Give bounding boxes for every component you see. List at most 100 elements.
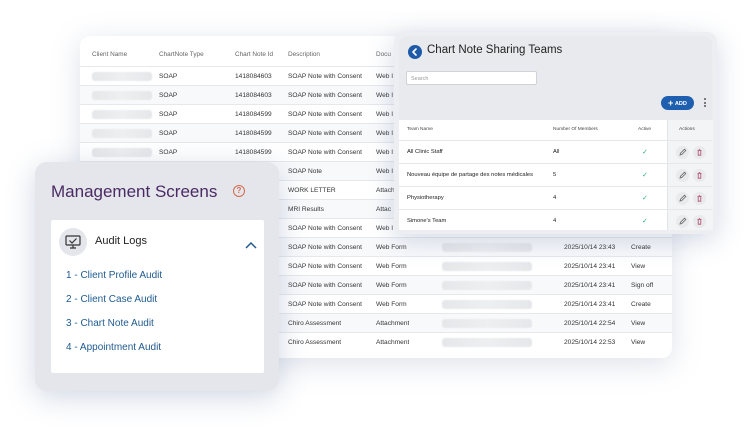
add-button-label: ADD [674,101,687,107]
action-cell: View [631,263,646,270]
description-cell: SOAP Note with Consent [288,263,362,270]
header-active: Active [638,127,652,132]
management-screens-title: Management Screens [51,182,218,201]
team-row[interactable]: Simone's Team 4 ✓ [399,209,712,233]
delete-icon[interactable] [693,192,706,205]
link-client-profile-audit[interactable]: 1 - Client Profile Audit [66,270,162,281]
description-cell: SOAP Note with Consent [288,92,362,99]
document-cell: Web Form [376,282,407,289]
document-cell: Web I [376,225,394,232]
document-cell: Web Form [376,301,407,308]
document-cell: Web I [376,130,394,137]
active-check-icon: ✓ [642,218,648,225]
link-chart-note-audit[interactable]: 3 - Chart Note Audit [66,318,154,329]
search-input[interactable]: Search [406,71,537,85]
date-cell: 2025/10/14 23:41 [564,301,616,308]
chart-note-id-cell: 1418084599 [235,149,272,156]
link-appointment-audit[interactable]: 4 - Appointment Audit [66,342,161,353]
client-name-cell [92,91,152,100]
chartnote-type-cell: SOAP [159,149,178,156]
chart-note-id-cell: 1418084603 [235,92,272,99]
date-cell: 2025/10/14 23:41 [564,282,616,289]
document-cell: Web I [376,111,394,118]
document-cell: Web I [376,73,394,80]
edit-icon[interactable] [676,215,689,228]
team-name-cell: Nouveau équipe de partage des notes médi… [407,172,534,178]
description-cell: SOAP Note with Consent [288,301,362,308]
help-icon[interactable]: ? [233,185,245,197]
chart-note-id-cell: 1418084599 [235,130,272,137]
description-cell: SOAP Note with Consent [288,225,362,232]
delete-icon[interactable] [693,215,706,228]
chartnote-type-cell: SOAP [159,130,178,137]
team-name-cell: Simone's Team [407,218,447,224]
management-screens-panel: Management Screens ? Audit Logs 1 - Clie… [35,162,279,391]
teams-table-header: Team Name Number Of Members Active Actio… [399,120,712,140]
plus-icon: + [668,98,674,108]
more-options-icon[interactable] [704,98,707,108]
audit-logs-label[interactable]: Audit Logs [95,235,147,247]
user-cell [442,300,532,309]
delete-icon[interactable] [693,169,706,182]
chartnote-type-cell: SOAP [159,111,178,118]
header-number-of-members: Number Of Members [553,127,598,132]
chart-note-sharing-teams-panel: Chart Note Sharing Teams Search + ADD Te… [394,32,717,234]
teams-title: Chart Note Sharing Teams [427,44,563,56]
user-cell [442,319,532,328]
description-cell: SOAP Note with Consent [288,111,362,118]
document-cell: Web I [376,149,394,156]
date-cell: 2025/10/14 23:43 [564,244,616,251]
header-chart-note-id: Chart Note Id [235,51,274,58]
header-client-name: Client Name [92,51,128,58]
user-cell [442,262,532,271]
header-description: Description [288,51,320,58]
delete-icon[interactable] [693,146,706,159]
team-row[interactable]: Physiotherapy 4 ✓ [399,186,712,210]
chartnote-type-cell: SOAP [159,92,178,99]
edit-icon[interactable] [676,169,689,182]
client-name-cell [92,110,152,119]
team-row[interactable]: Nouveau équipe de partage des notes médi… [399,163,712,187]
action-cell: Sign off [631,282,654,289]
action-cell: View [631,339,646,346]
client-name-cell [92,148,152,157]
action-cell: View [631,320,646,327]
document-cell: Web Form [376,263,407,270]
edit-icon[interactable] [676,146,689,159]
header-document: Docu [376,51,391,58]
description-cell: WORK LETTER [288,187,336,194]
chart-note-id-cell: 1418084599 [235,111,272,118]
description-cell: SOAP Note with Consent [288,244,362,251]
header-actions: Actions [679,127,695,132]
members-cell: 5 [553,172,557,178]
back-button[interactable] [408,45,422,59]
team-name-cell: All Clinic Staff [407,149,443,155]
teams-table: Team Name Number Of Members Active Actio… [399,120,713,233]
document-cell: Attachment [376,339,410,346]
members-cell: 4 [553,218,557,224]
link-client-case-audit[interactable]: 2 - Client Case Audit [66,294,157,305]
monitor-check-icon [59,228,87,256]
document-cell: Attac [376,206,392,213]
chevron-up-icon[interactable] [245,236,257,254]
members-cell: All [553,149,560,155]
document-cell: Web Form [376,244,407,251]
action-cell: Create [631,301,651,308]
client-name-cell [92,72,152,81]
user-cell [442,281,532,290]
date-cell: 2025/10/14 22:54 [564,320,616,327]
chevron-left-icon [412,48,417,56]
active-check-icon: ✓ [642,149,648,156]
description-cell: MRI Results [288,206,324,213]
team-row[interactable]: All Clinic Staff All ✓ [399,140,712,164]
date-cell: 2025/10/14 23:41 [564,263,616,270]
description-cell: Chiro Assessment [288,320,342,327]
description-cell: SOAP Note with Consent [288,130,362,137]
date-cell: 2025/10/14 22:53 [564,339,616,346]
description-cell: SOAP Note [288,168,322,175]
edit-icon[interactable] [676,192,689,205]
document-cell: Attachment [376,320,410,327]
description-cell: SOAP Note with Consent [288,282,362,289]
add-team-button[interactable]: + ADD [661,96,694,110]
document-cell: Attach [376,187,395,194]
